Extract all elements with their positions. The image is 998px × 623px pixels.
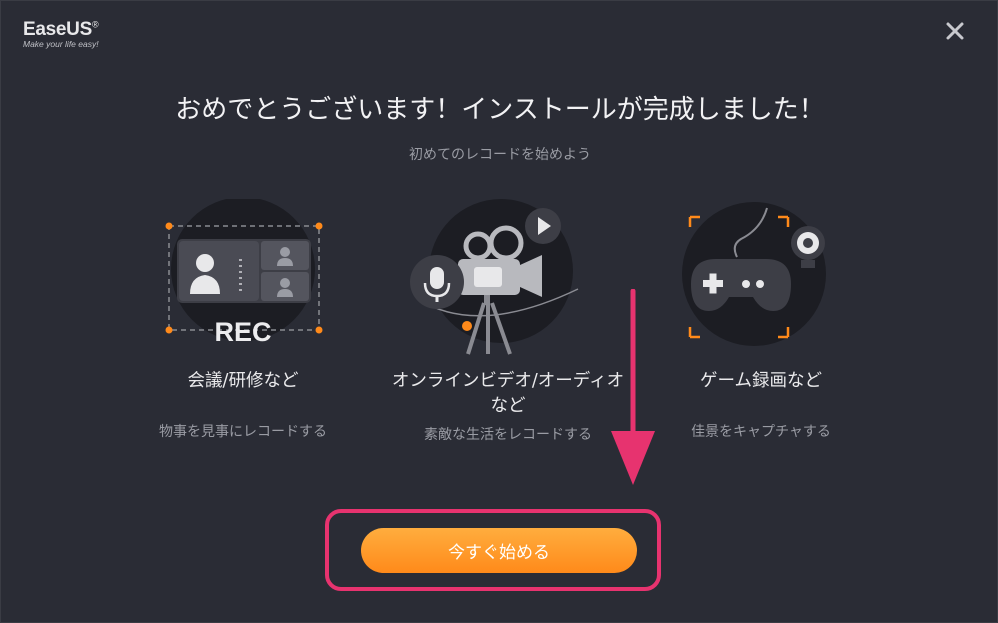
start-now-button[interactable]: 今すぐ始める	[361, 528, 637, 573]
rec-label: REC	[214, 317, 271, 347]
feature-title-line1: オンラインビデオ/オーディオ	[391, 371, 625, 391]
feature-title: 会議/研修など	[187, 371, 299, 391]
close-button[interactable]	[943, 19, 967, 43]
registered-mark: ®	[91, 19, 99, 30]
close-icon	[946, 22, 964, 40]
brand-name: EaseUS	[23, 19, 92, 40]
feature-title: オンラインビデオ/オーディオ など	[388, 369, 628, 419]
feature-title: ゲーム録画など	[700, 371, 822, 391]
brand-tagline: Make your life easy!	[23, 39, 99, 49]
feature-title-line2: など	[490, 396, 526, 416]
feature-description: 素敵な生活をレコードする	[424, 427, 592, 443]
game-controller-icon	[641, 199, 881, 369]
feature-description: 佳景をキャプチャする	[691, 424, 831, 440]
page-title: おめでとうございます！インストールが完成しました！	[175, 95, 825, 125]
meeting-rec-icon: REC	[123, 197, 363, 369]
installer-window: EaseUS® Make your life easy! おめでとうございます！…	[0, 0, 998, 623]
video-camera-icon	[388, 199, 628, 369]
page-subtitle: 初めてのレコードを始めよう	[409, 147, 591, 163]
easeus-logo: EaseUS® Make your life easy!	[23, 19, 99, 49]
feature-description: 物事を見事にレコードする	[159, 424, 327, 440]
pointer-arrow-icon	[611, 289, 655, 485]
